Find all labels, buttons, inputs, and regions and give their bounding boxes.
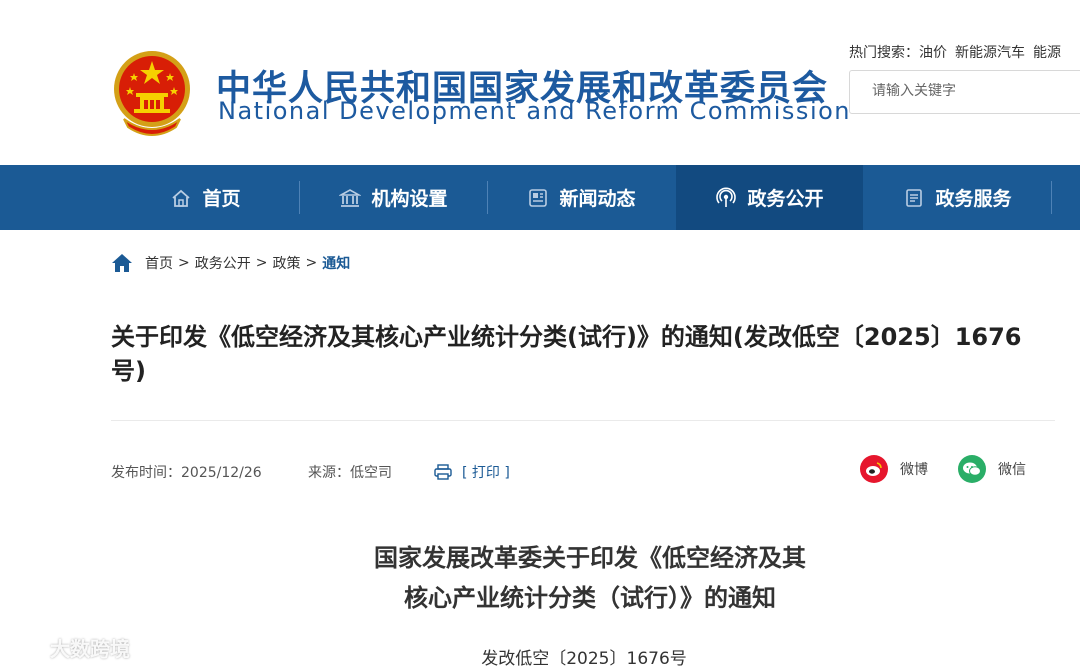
nav-label: 首页: [202, 188, 241, 210]
nav-item-services[interactable]: 政务服务: [864, 165, 1051, 230]
site-header: 中华人民共和国国家发展和改革委员会 National Development a…: [0, 0, 1080, 165]
breadcrumb: 首页 > 政务公开 > 政策 > 通知: [111, 253, 350, 273]
search-input[interactable]: [872, 83, 1072, 99]
nav-item-news[interactable]: 新闻动态: [488, 165, 675, 230]
site-title-en[interactable]: National Development and Reform Commissi…: [218, 97, 851, 125]
news-icon: [529, 188, 548, 207]
home-icon: [172, 189, 191, 207]
share-wechat-label: 微信: [998, 462, 1026, 478]
nav-item-organization[interactable]: 机构设置: [300, 165, 487, 230]
nav-item-government-affairs[interactable]: 政务公开: [676, 165, 863, 230]
watermark-logo-icon: [12, 638, 48, 655]
hot-search-term[interactable]: 能源: [1033, 45, 1061, 61]
main-nav: 首页 机构设置 新闻动态 政务公开 政务服务: [0, 165, 1080, 230]
breadcrumb-separator: >: [178, 255, 190, 271]
publish-date-value: 2025/12/26: [181, 465, 262, 481]
hot-search-term[interactable]: 新能源汽车: [955, 45, 1025, 61]
breadcrumb-item[interactable]: 政策: [272, 253, 300, 273]
broadcast-icon: [716, 187, 737, 207]
document-icon: [906, 188, 923, 207]
breadcrumb-item[interactable]: 政务公开: [195, 253, 251, 273]
watermark-text: 大数跨境: [50, 637, 130, 661]
hot-search-term[interactable]: 油价: [919, 45, 947, 61]
document-number: 发改低空〔2025〕1676号: [481, 649, 687, 669]
nav-label: 机构设置: [371, 188, 448, 210]
share-weibo-button[interactable]: 微博: [860, 455, 928, 483]
nav-label: 新闻动态: [559, 188, 636, 210]
source-label: 来源：: [308, 465, 350, 481]
source: 来源：低空司: [308, 462, 392, 482]
nav-label: 政务公开: [747, 188, 824, 210]
print-label: [ 打印 ]: [462, 465, 510, 481]
article-title: 关于印发《低空经济及其核心产业统计分类(试行)》的通知(发改低空〔2025〕16…: [111, 323, 1022, 385]
building-icon: [339, 188, 362, 207]
breadcrumb-current[interactable]: 通知: [322, 253, 350, 273]
hot-search: 热门搜索：油价 新能源汽车 能源: [849, 42, 1069, 62]
share-wechat-button[interactable]: 微信: [958, 455, 1026, 483]
document-title-line: 核心产业统计分类（试行）》的通知: [404, 584, 776, 612]
national-emblem-icon: [114, 51, 190, 136]
hot-search-label: 热门搜索：: [849, 45, 919, 61]
search-box: [849, 70, 1080, 114]
breadcrumb-separator: >: [305, 255, 318, 271]
print-button[interactable]: [ 打印 ]: [434, 462, 510, 482]
share-weibo-label: 微博: [900, 462, 928, 478]
breadcrumb-item[interactable]: 首页: [145, 253, 173, 273]
nav-label: 政务服务: [935, 188, 1012, 210]
document-title-line: 国家发展改革委关于印发《低空经济及其: [374, 544, 806, 572]
document-title: 国家发展改革委关于印发《低空经济及其 核心产业统计分类（试行）》的通知: [290, 538, 890, 618]
watermark: 大数跨境: [10, 633, 130, 662]
breadcrumb-separator: >: [255, 255, 268, 271]
nav-item-home[interactable]: 首页: [112, 165, 299, 230]
source-value: 低空司: [350, 465, 392, 481]
publish-date: 发布时间：2025/12/26: [111, 462, 262, 482]
weibo-icon: [860, 455, 888, 483]
nav-divider: [1051, 181, 1052, 214]
home-icon[interactable]: [111, 253, 133, 273]
divider: [111, 420, 1055, 421]
wechat-icon: [958, 455, 986, 483]
printer-icon: [434, 464, 452, 480]
publish-label: 发布时间：: [111, 465, 181, 481]
